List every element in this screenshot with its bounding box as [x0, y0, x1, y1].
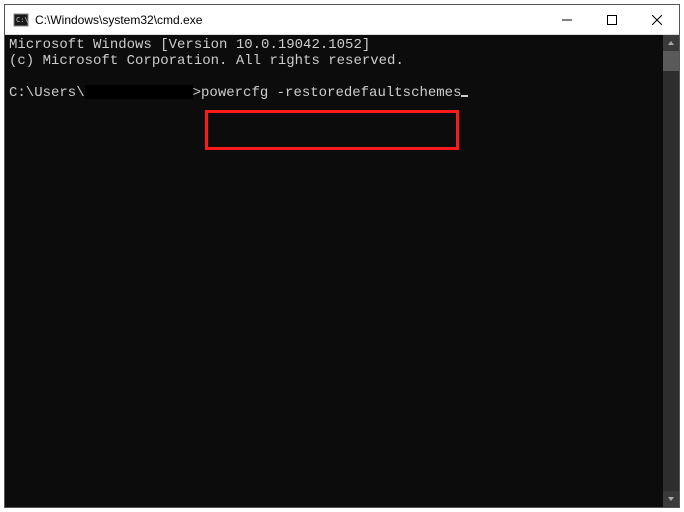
cmd-icon: C:\ — [13, 12, 29, 28]
highlight-annotation — [205, 110, 459, 150]
maximize-button[interactable] — [589, 5, 634, 34]
console-line-2: (c) Microsoft Corporation. All rights re… — [9, 53, 404, 69]
scroll-up-arrow-icon[interactable] — [663, 35, 679, 51]
close-button[interactable] — [634, 5, 679, 34]
prompt-prefix: C:\Users\ — [9, 85, 85, 101]
console-wrap: Microsoft Windows [Version 10.0.19042.10… — [5, 35, 679, 507]
redacted-username — [85, 85, 193, 99]
titlebar[interactable]: C:\ C:\Windows\system32\cmd.exe — [5, 5, 679, 35]
console-line-1: Microsoft Windows [Version 10.0.19042.10… — [9, 37, 370, 53]
text-cursor — [461, 95, 468, 97]
cmd-window: C:\ C:\Windows\system32\cmd.exe Microsof… — [4, 4, 680, 508]
svg-text:C:\: C:\ — [16, 16, 29, 24]
scroll-down-arrow-icon[interactable] — [663, 491, 679, 507]
scroll-thumb[interactable] — [663, 51, 679, 71]
window-title: C:\Windows\system32\cmd.exe — [35, 13, 544, 27]
console-area[interactable]: Microsoft Windows [Version 10.0.19042.10… — [5, 35, 663, 507]
minimize-button[interactable] — [544, 5, 589, 34]
vertical-scrollbar[interactable] — [663, 35, 679, 507]
typed-command: powercfg -restoredefaultschemes — [201, 85, 461, 101]
prompt-suffix: > — [193, 85, 201, 101]
